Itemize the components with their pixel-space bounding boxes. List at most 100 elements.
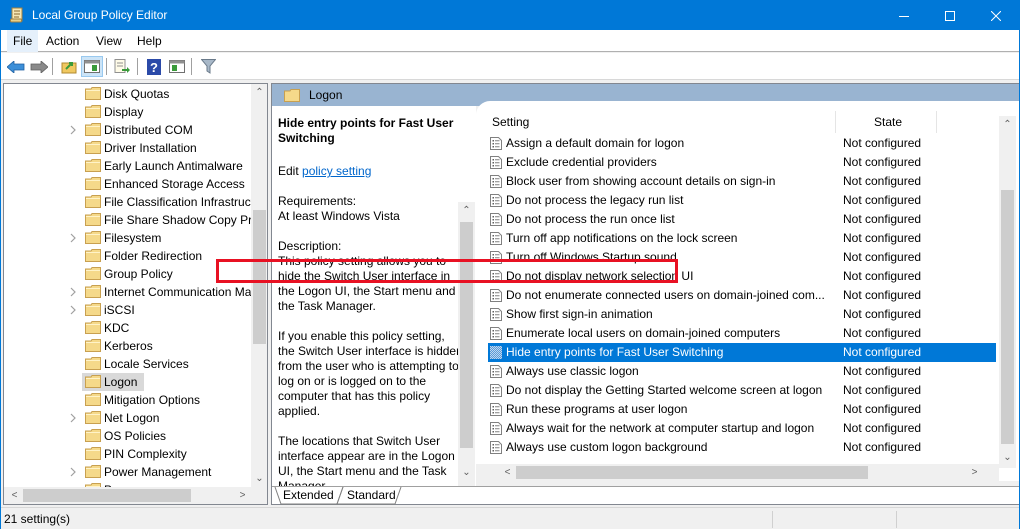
back-button[interactable] <box>5 56 27 77</box>
minimize-button[interactable] <box>881 1 927 30</box>
chevron-right-icon[interactable] <box>68 286 78 298</box>
tree-item-label: KDC <box>104 321 130 335</box>
scroll-right-icon[interactable]: > <box>234 487 251 504</box>
tree-item[interactable]: PIN Complexity <box>4 445 252 463</box>
column-separator[interactable] <box>835 111 836 133</box>
tree-item[interactable]: Early Launch Antimalware <box>4 157 252 175</box>
policy-row[interactable]: Always wait for the network at computer … <box>488 419 996 438</box>
menu-bar: File Action View Help <box>1 30 1019 52</box>
show-hide-action-pane-button[interactable] <box>166 56 188 77</box>
policy-row[interactable]: Always use custom logon background Not co… <box>488 438 996 457</box>
policy-row[interactable]: Hide entry points for Fast User Switchin… <box>488 343 996 362</box>
scroll-up-icon[interactable]: ⌃ <box>251 84 267 101</box>
tree-hscroll-thumb[interactable] <box>23 489 191 502</box>
help-button[interactable]: ? <box>143 56 165 77</box>
folder-icon <box>85 195 101 208</box>
chevron-right-icon[interactable] <box>68 304 78 316</box>
policy-state: Not configured <box>843 174 922 188</box>
tree-item[interactable]: Net Logon <box>4 409 252 427</box>
tree-horizontal-scrollbar[interactable]: < > <box>4 487 267 504</box>
status-separator <box>772 511 773 528</box>
edit-policy-setting-link[interactable]: policy setting <box>302 164 371 178</box>
policy-row[interactable]: Show first sign-in animation Not configur… <box>488 305 996 324</box>
list-scroll-thumb[interactable] <box>1001 190 1014 444</box>
policy-row[interactable]: Always use classic logon Not configured <box>488 362 996 381</box>
policy-row[interactable]: Enumerate local users on domain-joined c… <box>488 324 996 343</box>
scroll-down-icon[interactable]: ⌄ <box>458 464 475 481</box>
show-hide-console-tree-button[interactable] <box>81 56 103 77</box>
menu-action[interactable]: Action <box>40 30 85 52</box>
policy-name: Always use custom logon background <box>506 440 708 454</box>
filter-button[interactable] <box>197 56 219 77</box>
tree-item[interactable]: Internet Communication Management <box>4 283 267 301</box>
menu-file[interactable]: File <box>7 30 39 52</box>
tree-scroll-thumb[interactable] <box>253 210 266 344</box>
scroll-up-icon[interactable]: ⌃ <box>999 116 1016 133</box>
column-separator[interactable] <box>936 111 937 133</box>
tree-item[interactable]: Enhanced Storage Access <box>4 175 252 193</box>
tree-item[interactable]: Disk Quotas <box>4 85 252 103</box>
scroll-left-icon[interactable]: < <box>499 464 516 481</box>
policy-row[interactable]: Exclude credential providers Not configur… <box>488 153 996 172</box>
tree-item[interactable]: File Share Shadow Copy Provider <box>4 211 267 229</box>
policy-row[interactable]: Do not display network selection UI Not c… <box>488 267 996 286</box>
tree-item[interactable]: Group Policy <box>4 265 252 283</box>
chevron-right-icon[interactable] <box>68 412 78 424</box>
tree-vertical-scrollbar[interactable]: ⌃ ⌄ <box>251 84 267 487</box>
tree-item[interactable]: KDC <box>4 319 252 337</box>
tree-item[interactable]: iSCSI <box>4 301 252 319</box>
tab-standard[interactable]: Standard <box>347 487 396 505</box>
scroll-up-icon[interactable]: ⌃ <box>458 202 475 219</box>
policy-row[interactable]: Run these programs at user logon Not conf… <box>488 400 996 419</box>
menu-help[interactable]: Help <box>131 30 168 52</box>
scroll-right-icon[interactable]: > <box>966 464 983 481</box>
tab-extended[interactable]: Extended <box>283 487 334 505</box>
policy-row[interactable]: Do not enumerate connected users on doma… <box>488 286 996 305</box>
filter-icon <box>200 59 216 74</box>
policy-name: Show first sign-in animation <box>506 307 653 321</box>
column-header-setting[interactable]: Setting <box>492 111 529 133</box>
tree-item[interactable]: Mitigation Options <box>4 391 252 409</box>
policy-row[interactable]: Do not display the Getting Started welco… <box>488 381 996 400</box>
tree-item[interactable]: Driver Installation <box>4 139 252 157</box>
tree-item[interactable]: OS Policies <box>4 427 252 445</box>
chevron-right-icon[interactable] <box>68 232 78 244</box>
policy-row[interactable]: Do not process the run once list Not conf… <box>488 210 996 229</box>
scroll-down-icon[interactable]: ⌄ <box>999 449 1016 466</box>
tree-item[interactable]: Power Management <box>4 463 252 481</box>
tree-item[interactable]: Locale Services <box>4 355 252 373</box>
policy-row[interactable]: Turn off Windows Startup sound Not config… <box>488 248 996 267</box>
tree-item[interactable]: Filesystem <box>4 229 252 247</box>
tree-item[interactable]: Display <box>4 103 252 121</box>
policy-row[interactable]: Block user from showing account details … <box>488 172 996 191</box>
column-header-state[interactable]: State <box>874 111 902 133</box>
tree-item[interactable]: File Classification Infrastructure <box>4 193 267 211</box>
tree-item[interactable]: Distributed COM <box>4 121 252 139</box>
scroll-left-icon[interactable]: < <box>6 487 23 504</box>
chevron-right-icon[interactable] <box>68 124 78 136</box>
forward-button[interactable] <box>28 56 50 77</box>
policy-row[interactable]: Assign a default domain for logon Not con… <box>488 134 996 153</box>
view-tabs: Extended Standard <box>271 487 571 505</box>
console-tree[interactable]: Disk Quotas Display Distributed COM Driver … <box>3 83 268 505</box>
close-button[interactable] <box>973 1 1019 30</box>
up-one-level-button[interactable] <box>58 56 80 77</box>
list-vertical-scrollbar[interactable]: ⌃ ⌄ <box>999 116 1016 468</box>
maximize-button[interactable] <box>927 1 973 30</box>
description-vertical-scrollbar[interactable]: ⌃ ⌄ <box>458 202 475 486</box>
description-scroll-thumb[interactable] <box>460 222 473 448</box>
tree-item[interactable]: Kerberos <box>4 337 252 355</box>
tree-item[interactable]: Folder Redirection <box>4 247 252 265</box>
chevron-right-icon[interactable] <box>68 466 78 478</box>
settings-list[interactable]: Setting State Assign a default domain fo… <box>476 101 1019 481</box>
list-hscroll-thumb[interactable] <box>516 466 868 479</box>
export-list-button[interactable] <box>111 56 133 77</box>
title-bar[interactable]: Local Group Policy Editor <box>1 1 1019 30</box>
menu-view[interactable]: View <box>90 30 128 52</box>
policy-row[interactable]: Turn off app notifications on the lock s… <box>488 229 996 248</box>
policy-row[interactable]: Do not process the legacy run list Not co… <box>488 191 996 210</box>
folder-icon <box>85 285 101 298</box>
scroll-down-icon[interactable]: ⌄ <box>251 470 267 487</box>
tree-item[interactable]: Logon <box>4 373 252 391</box>
list-horizontal-scrollbar[interactable]: < > <box>476 464 999 481</box>
